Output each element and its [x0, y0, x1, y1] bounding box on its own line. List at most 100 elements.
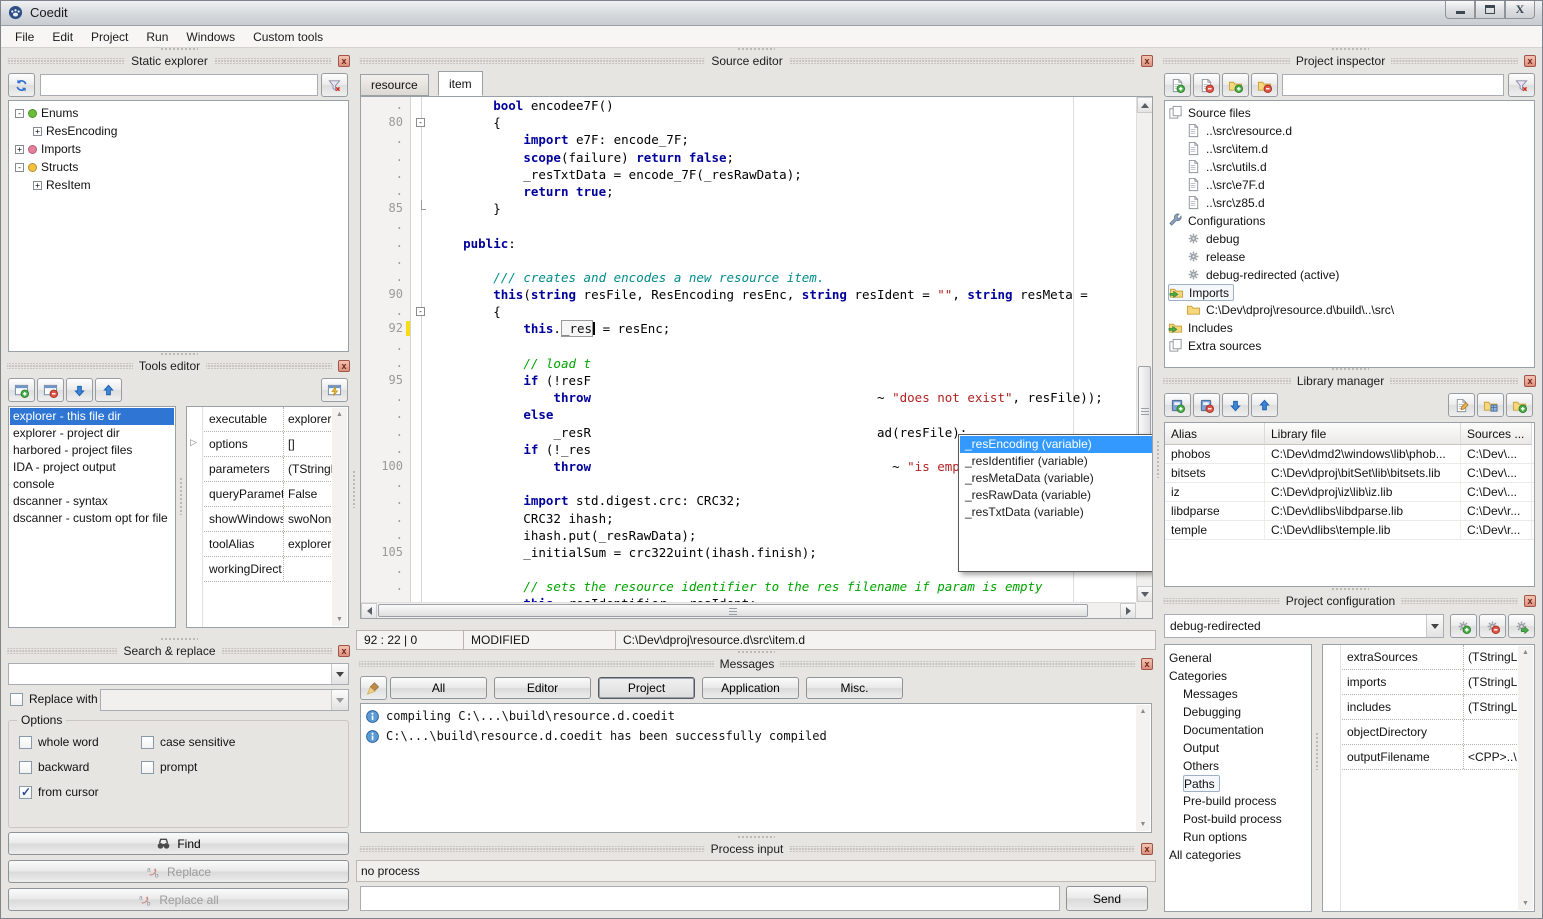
inspector-filter-input[interactable]: [1282, 74, 1504, 96]
find-button[interactable]: Find: [8, 832, 349, 855]
option-backward[interactable]: backward: [19, 760, 141, 774]
move-library-up-button[interactable]: [1251, 393, 1278, 417]
table-row[interactable]: bitsetsC:\Dev\dproj\bitSet\lib\bitsets.l…: [1165, 464, 1534, 483]
property-value[interactable]: explorer: [284, 407, 333, 431]
tree-item[interactable]: ..\src\item.d: [1186, 140, 1534, 158]
add-library-folder-button[interactable]: [1506, 393, 1533, 417]
property-row[interactable]: options[]: [204, 432, 333, 457]
project-inspector-titlebar[interactable]: Project inspector x: [1160, 52, 1539, 69]
remove-folder-button[interactable]: [1251, 73, 1278, 97]
code-line[interactable]: /// creates and encodes a new resource i…: [433, 269, 1136, 286]
panel-close-icon[interactable]: x: [1141, 658, 1153, 670]
messages-titlebar[interactable]: Messages x: [356, 655, 1156, 672]
config-splitter[interactable]: [1315, 732, 1319, 770]
move-library-down-button[interactable]: [1222, 393, 1249, 417]
tree-item[interactable]: Extra sources: [1168, 337, 1534, 355]
completion-item[interactable]: _resIdentifier (variable): [960, 453, 1153, 470]
add-configuration-button[interactable]: [1450, 614, 1477, 638]
panel-drag-grip[interactable]: [1331, 47, 1369, 51]
library-manager-titlebar[interactable]: Library manager x: [1160, 372, 1539, 389]
property-row[interactable]: outputFilename<CPP>..\: [1342, 745, 1519, 770]
property-value[interactable]: swoNone: [284, 507, 333, 531]
checkbox-unchecked[interactable]: [141, 761, 154, 774]
table-row[interactable]: izC:\Dev\dproj\iz\lib\iz.libC:\Dev\...: [1165, 483, 1534, 502]
checkbox-unchecked[interactable]: [19, 761, 32, 774]
category-item[interactable]: Paths: [1183, 775, 1220, 792]
code-editor[interactable]: .80....85....90.92..95....100....105... …: [360, 96, 1153, 619]
remove-tool-button[interactable]: [37, 378, 64, 402]
option-prompt[interactable]: prompt: [141, 760, 342, 774]
panel-close-icon[interactable]: x: [338, 645, 350, 657]
tree-item[interactable]: ..\src\e7F.d: [1186, 176, 1534, 194]
property-value[interactable]: False: [284, 482, 333, 506]
option-whole-word[interactable]: whole word: [19, 735, 141, 749]
scroll-up-icon[interactable]: ▲: [1522, 649, 1529, 656]
category-item[interactable]: General: [1169, 649, 1311, 667]
code-line[interactable]: this(string resFile, ResEncoding resEnc,…: [433, 286, 1136, 303]
process-input-titlebar[interactable]: Process input x: [356, 840, 1156, 857]
refresh-button[interactable]: [8, 73, 35, 97]
property-row[interactable]: extraSources(TStringList): [1342, 645, 1519, 670]
code-line[interactable]: return true;: [433, 183, 1136, 200]
property-value[interactable]: (TStringList): [1464, 670, 1519, 694]
scroll-up-icon[interactable]: ▲: [1140, 708, 1147, 715]
property-value[interactable]: []: [284, 432, 333, 456]
panel-drag-grip[interactable]: [737, 835, 775, 839]
move-tool-up-button[interactable]: [95, 378, 122, 402]
panel-drag-grip[interactable]: [1331, 367, 1369, 371]
tree-item[interactable]: debug: [1186, 230, 1534, 248]
tool-list-item[interactable]: dscanner - syntax: [10, 493, 174, 510]
tree-item[interactable]: Includes: [1168, 319, 1534, 337]
scroll-down-icon[interactable]: ▼: [1522, 900, 1529, 907]
code-line[interactable]: _resTxtData = encode_7F(_resRawData);: [433, 166, 1136, 183]
register-project-libs-button[interactable]: [1477, 393, 1504, 417]
property-row[interactable]: queryParametFalse: [204, 482, 333, 507]
menu-item-run[interactable]: Run: [137, 27, 177, 47]
fold-collapse-icon[interactable]: -: [416, 118, 425, 127]
project-configuration-titlebar[interactable]: Project configuration x: [1160, 592, 1539, 609]
completion-list[interactable]: _resEncoding (variable)_resIdentifier (v…: [960, 436, 1153, 570]
tools-splitter[interactable]: [179, 477, 183, 515]
completion-item[interactable]: _resRawData (variable): [960, 487, 1153, 504]
property-row[interactable]: includes(TStringList): [1342, 695, 1519, 720]
search-replace-titlebar[interactable]: Search & replace x: [4, 642, 353, 659]
property-value[interactable]: (TStringList): [1464, 645, 1519, 669]
editor-hscrollbar[interactable]: [361, 602, 1136, 618]
close-button[interactable]: X: [1505, 0, 1535, 19]
category-item[interactable]: Pre-build process: [1183, 792, 1311, 810]
menu-item-project[interactable]: Project: [82, 27, 137, 47]
property-row[interactable]: workingDirect: [204, 557, 333, 582]
messages-filter-all[interactable]: All: [390, 677, 487, 699]
clear-filter-button[interactable]: [1508, 73, 1535, 97]
remove-library-button[interactable]: [1193, 393, 1220, 417]
property-row[interactable]: objectDirectory: [1342, 720, 1519, 745]
panel-close-icon[interactable]: x: [1141, 55, 1153, 67]
code-line[interactable]: // load t: [433, 355, 1136, 372]
tree-item[interactable]: C:\Dev\dproj\resource.d\build\..\src\: [1186, 301, 1534, 319]
checkbox-unchecked[interactable]: [141, 736, 154, 749]
panel-drag-grip[interactable]: [737, 47, 775, 51]
replace-all-button[interactable]: ab Replace all: [8, 888, 349, 911]
table-body[interactable]: phobosC:\Dev\dmd2\windows\lib\phob...C:\…: [1165, 445, 1534, 540]
tree-item[interactable]: Source files: [1168, 104, 1534, 122]
property-value[interactable]: explorer: [284, 532, 333, 556]
scroll-left-button[interactable]: [361, 603, 377, 619]
source-editor-titlebar[interactable]: Source editor x: [356, 52, 1156, 69]
dropdown-button[interactable]: [331, 664, 348, 684]
completion-popup[interactable]: _resEncoding (variable)_resIdentifier (v…: [958, 434, 1153, 572]
messages-list[interactable]: compiling C:\...\build\resource.d.coedit…: [361, 706, 1135, 746]
tool-list-item[interactable]: IDA - project output: [10, 459, 174, 476]
code-line[interactable]: else: [433, 406, 1136, 423]
remove-configuration-button[interactable]: [1479, 614, 1506, 638]
code-line[interactable]: public:: [433, 235, 1136, 252]
tree-item[interactable]: Configurations: [1168, 212, 1534, 230]
category-item[interactable]: Others: [1183, 757, 1311, 775]
messages-filter-misc[interactable]: Misc.: [806, 677, 903, 699]
process-input-field[interactable]: [360, 886, 1060, 911]
add-library-button[interactable]: [1164, 393, 1191, 417]
tree-item[interactable]: debug-redirected (active): [1186, 266, 1534, 284]
replace-with-option[interactable]: Replace with: [10, 692, 98, 706]
scroll-down-icon[interactable]: ▼: [1140, 821, 1147, 828]
minimize-button[interactable]: [1445, 0, 1475, 19]
code-line[interactable]: throw ~ "does not exist", resFile));: [433, 389, 1136, 406]
